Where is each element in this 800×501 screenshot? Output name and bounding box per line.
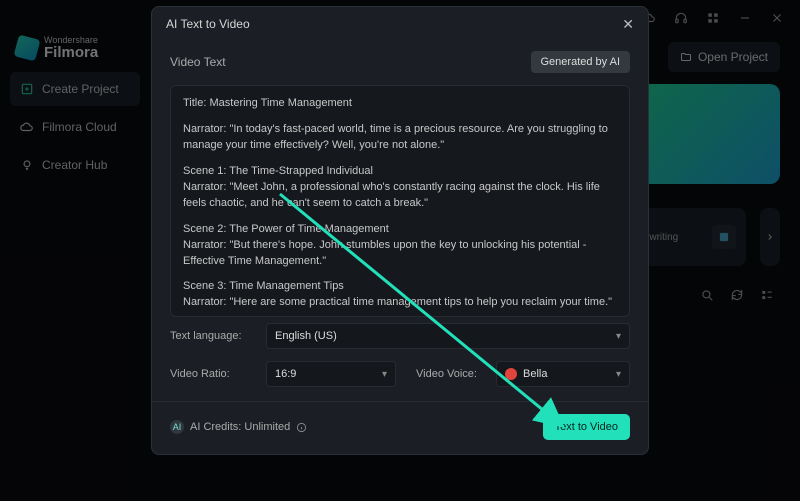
script-paragraph: Narrator: "But there's hope. John stumbl… (183, 238, 617, 270)
chevron-down-icon: ▾ (616, 369, 621, 380)
text-language-select[interactable]: English (US) ▾ (266, 323, 630, 349)
ai-credits-label: AI Credits: Unlimited (190, 421, 290, 433)
modal-title: AI Text to Video (166, 17, 250, 31)
script-paragraph: Narrator: "Here are some practical time … (183, 295, 617, 311)
script-scene-header: Scene 1: The Time-Strapped Individual (183, 164, 617, 180)
video-voice-select[interactable]: Bella ▾ (496, 361, 630, 387)
modal-backdrop: AI Text to Video ✕ Video Text Generated … (0, 0, 800, 501)
modal-close-button[interactable]: ✕ (622, 16, 634, 33)
ai-badge-icon: AI (170, 420, 184, 434)
script-title-line: Title: Mastering Time Management (183, 96, 617, 112)
script-paragraph: Narrator: "In today's fast-paced world, … (183, 122, 617, 154)
video-voice-value: Bella (523, 368, 547, 380)
script-scene-header: Scene 2: The Power of Time Management (183, 222, 617, 238)
voice-avatar-icon (505, 368, 517, 380)
video-ratio-value: 16:9 (275, 368, 296, 380)
video-ratio-select[interactable]: 16:9 ▾ (266, 361, 396, 387)
chevron-down-icon: ▾ (382, 369, 387, 380)
generated-by-ai-button[interactable]: Generated by AI (531, 51, 631, 73)
video-voice-label: Video Voice: (416, 368, 486, 380)
text-language-value: English (US) (275, 330, 337, 342)
video-text-label: Video Text (170, 55, 226, 69)
video-ratio-label: Video Ratio: (170, 368, 256, 380)
script-textarea[interactable]: Title: Mastering Time Management Narrato… (170, 85, 630, 317)
ai-credits-info: AI AI Credits: Unlimited (170, 420, 307, 434)
script-paragraph: Narrator: "Meet John, a professional who… (183, 180, 617, 212)
script-scene-header: Scene 3: Time Management Tips (183, 279, 617, 295)
text-language-label: Text language: (170, 330, 256, 342)
chevron-down-icon: ▾ (616, 331, 621, 342)
text-to-video-button[interactable]: Text to Video (543, 414, 630, 440)
info-icon[interactable] (296, 422, 307, 433)
ai-text-to-video-modal: AI Text to Video ✕ Video Text Generated … (151, 6, 649, 455)
